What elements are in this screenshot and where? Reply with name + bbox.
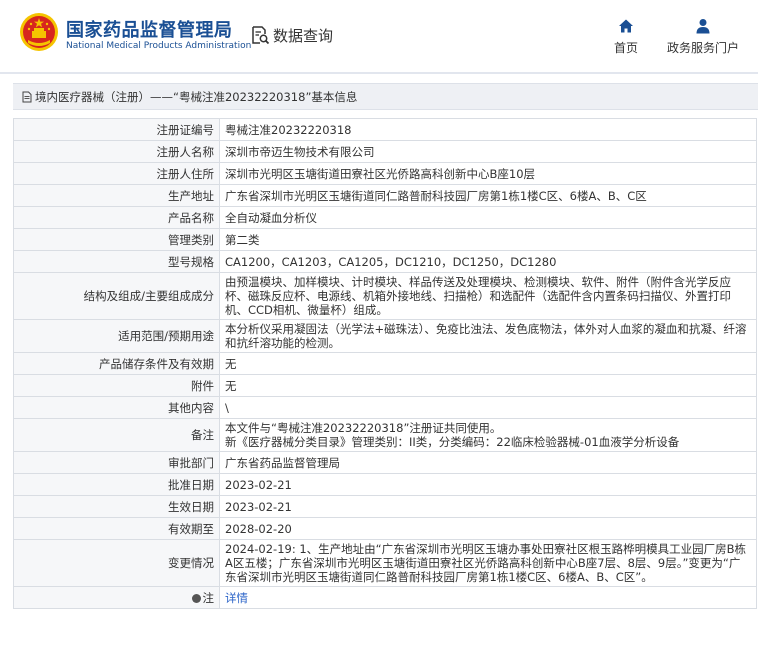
row-value: 粤械注准20232220318 xyxy=(219,118,757,141)
row-label: 审批部门 xyxy=(13,451,220,474)
row-value: 2023-02-21 xyxy=(219,495,757,518)
row-label: 产品名称 xyxy=(13,206,220,229)
nav-gov-service[interactable]: 政务服务门户 xyxy=(664,18,742,56)
table-row: 生效日期 2023-02-21 xyxy=(13,495,757,518)
row-value: 深圳市光明区玉塘街道田寮社区光侨路高科创新中心B座10层 xyxy=(219,162,757,185)
row-label: 备注 xyxy=(13,418,220,452)
site-name-en: National Medical Products Administration xyxy=(66,41,252,51)
row-label: 批准日期 xyxy=(13,473,220,496)
table-row: 适用范围/预期用途 本分析仪采用凝固法（光学法+磁珠法）、免疫比浊法、发色底物法… xyxy=(13,319,757,353)
row-label: 结构及组成/主要组成成分 xyxy=(13,272,220,320)
data-query-link[interactable]: 数据查询 xyxy=(250,22,333,48)
table-row: 有效期至 2028-02-20 xyxy=(13,517,757,540)
row-label: 注 xyxy=(13,586,220,609)
row-label: 管理类别 xyxy=(13,228,220,251)
info-bullet-icon xyxy=(191,593,201,603)
table-row: 注册证编号 粤械注准20232220318 xyxy=(13,118,757,141)
data-query-label: 数据查询 xyxy=(273,26,334,45)
table-row: 备注 本文件与“粤械注准20232220318”注册证共同使用。 新《医疗器械分… xyxy=(13,418,757,452)
nav-home[interactable]: 首页 xyxy=(610,18,642,56)
breadcrumb: 境内医疗器械（注册）——“粤械注准20232220318”基本信息 xyxy=(13,83,758,110)
table-row: 其他内容 \ xyxy=(13,396,757,419)
row-label: 注册证编号 xyxy=(13,118,220,141)
row-value: 广东省药品监督管理局 xyxy=(219,451,757,474)
national-emblem-logo[interactable] xyxy=(19,12,59,52)
row-value: 广东省深圳市光明区玉塘街道同仁路普耐科技园厂房第1栋1楼C区、6楼A、B、C区 xyxy=(219,184,757,207)
row-value: CA1200，CA1203，CA1205，DC1210，DC1250，DC128… xyxy=(219,250,757,273)
breadcrumb-text: 境内医疗器械（注册）——“粤械注准20232220318”基本信息 xyxy=(35,89,358,104)
home-icon xyxy=(619,19,633,33)
table-row: 产品储存条件及有效期 无 xyxy=(13,352,757,375)
row-value: 无 xyxy=(219,374,757,397)
row-label: 有效期至 xyxy=(13,517,220,540)
row-value: 2024-02-19: 1、生产地址由“广东省深圳市光明区玉塘办事处田寮社区根玉… xyxy=(219,539,757,587)
table-row: 生产地址 广东省深圳市光明区玉塘街道同仁路普耐科技园厂房第1栋1楼C区、6楼A、… xyxy=(13,184,757,207)
table-row: 变更情况 2024-02-19: 1、生产地址由“广东省深圳市光明区玉塘办事处田… xyxy=(13,539,757,587)
row-value: 第二类 xyxy=(219,228,757,251)
row-value: 2023-02-21 xyxy=(219,473,757,496)
user-icon xyxy=(696,19,710,34)
row-label: 其他内容 xyxy=(13,396,220,419)
row-value: 无 xyxy=(219,352,757,375)
device-info-table: 注册证编号 粤械注准20232220318 注册人名称 深圳市帝迈生物技术有限公… xyxy=(13,118,757,609)
table-row: 附件 无 xyxy=(13,374,757,397)
row-value: 深圳市帝迈生物技术有限公司 xyxy=(219,140,757,163)
site-name: 国家药品监督管理局 xyxy=(66,20,233,41)
row-value: 由预温模块、加样模块、计时模块、样品传送及处理模块、检测模块、软件、附件（附件含… xyxy=(219,272,757,320)
row-label: 产品储存条件及有效期 xyxy=(13,352,220,375)
table-row: 注册人住所 深圳市光明区玉塘街道田寮社区光侨路高科创新中心B座10层 xyxy=(13,162,757,185)
table-row: 批准日期 2023-02-21 xyxy=(13,473,757,496)
row-value: \ xyxy=(219,396,757,419)
row-label: 适用范围/预期用途 xyxy=(13,319,220,353)
row-label: 生效日期 xyxy=(13,495,220,518)
row-label: 附件 xyxy=(13,374,220,397)
row-label: 注册人住所 xyxy=(13,162,220,185)
document-search-icon xyxy=(252,26,270,45)
row-label: 变更情况 xyxy=(13,539,220,587)
row-label: 生产地址 xyxy=(13,184,220,207)
table-row: 注 详情 xyxy=(13,586,757,609)
table-row: 管理类别 第二类 xyxy=(13,228,757,251)
row-label: 型号规格 xyxy=(13,250,220,273)
table-row: 结构及组成/主要组成成分 由预温模块、加样模块、计时模块、样品传送及处理模块、检… xyxy=(13,272,757,320)
table-row: 型号规格 CA1200，CA1203，CA1205，DC1210，DC1250，… xyxy=(13,250,757,273)
nav-gov-label: 政务服务门户 xyxy=(666,41,739,55)
row-value: 本分析仪采用凝固法（光学法+磁珠法）、免疫比浊法、发色底物法，体外对人血浆的凝血… xyxy=(219,319,757,353)
table-row: 注册人名称 深圳市帝迈生物技术有限公司 xyxy=(13,140,757,163)
row-value: 本文件与“粤械注准20232220318”注册证共同使用。 新《医疗器械分类目录… xyxy=(219,418,757,452)
row-value: 2028-02-20 xyxy=(219,517,757,540)
row-value: 详情 xyxy=(219,586,757,609)
document-icon xyxy=(22,91,32,102)
site-header: 国家药品监督管理局 National Medical Products Admi… xyxy=(0,0,758,72)
details-link[interactable]: 详情 xyxy=(225,591,248,605)
row-label: 注册人名称 xyxy=(13,140,220,163)
table-row: 产品名称 全自动凝血分析仪 xyxy=(13,206,757,229)
note-label: 注 xyxy=(202,590,215,605)
header-divider xyxy=(0,72,758,74)
table-row: 审批部门 广东省药品监督管理局 xyxy=(13,451,757,474)
nav-home-label: 首页 xyxy=(613,41,638,55)
row-value: 全自动凝血分析仪 xyxy=(219,206,757,229)
